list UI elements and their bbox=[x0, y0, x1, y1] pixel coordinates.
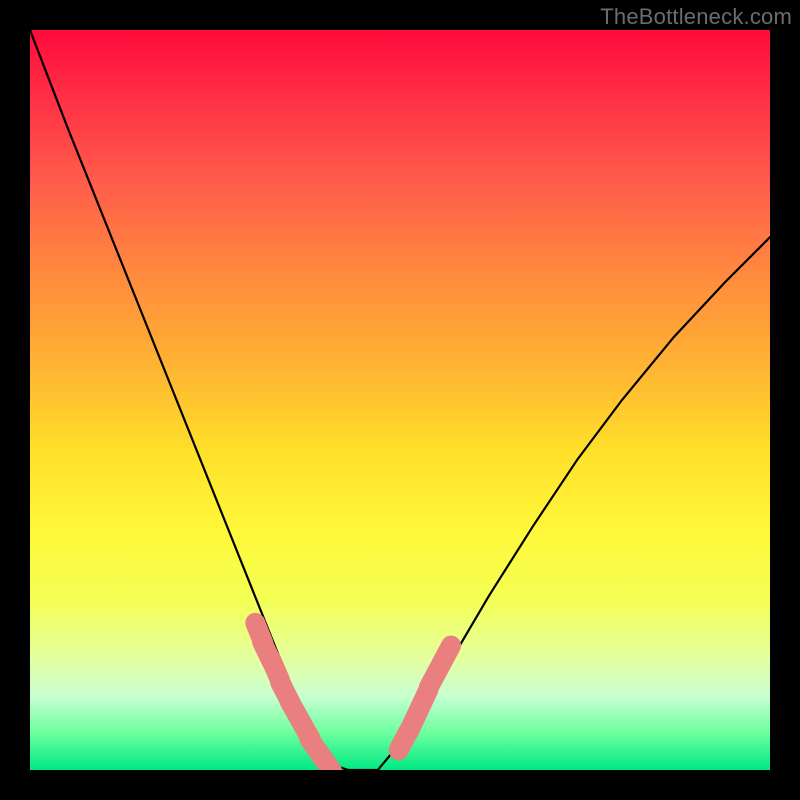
chart-frame: TheBottleneck.com bbox=[0, 0, 800, 800]
watermark-text: TheBottleneck.com bbox=[600, 4, 792, 30]
marker-band-left bbox=[255, 623, 332, 770]
marker-pill bbox=[441, 646, 451, 665]
chart-overlay bbox=[30, 30, 770, 770]
bottleneck-curve bbox=[30, 30, 770, 770]
plot-area bbox=[30, 30, 770, 770]
marker-band-right bbox=[399, 646, 451, 751]
marker-pill bbox=[320, 754, 333, 770]
